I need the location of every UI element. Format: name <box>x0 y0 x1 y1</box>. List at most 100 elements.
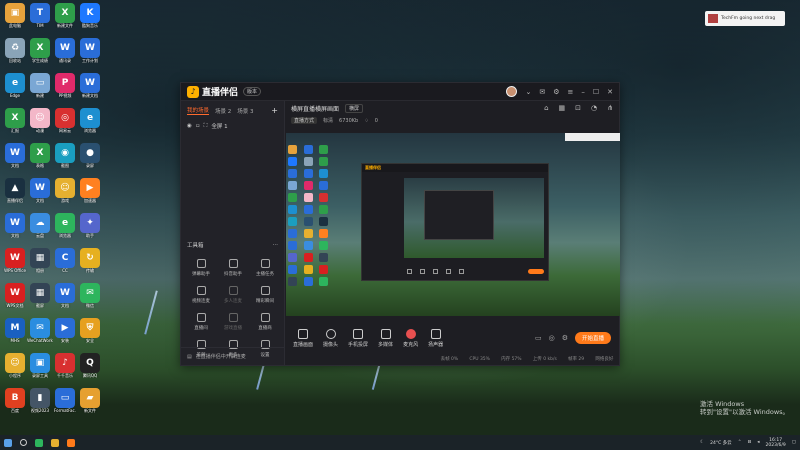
tab-scene-1[interactable]: 我的场景 <box>187 106 210 115</box>
menu-icon[interactable]: ≡ <box>567 88 573 96</box>
tool-item[interactable]: 主播任务 <box>249 259 281 277</box>
desktop-icon[interactable]: X 学生成绩 <box>27 38 53 63</box>
resolution-label[interactable]: 标清 <box>323 117 333 124</box>
desktop-icon[interactable]: ▶ 加速器 <box>77 178 103 203</box>
minimize-icon[interactable]: – <box>581 88 585 96</box>
desktop-icon[interactable]: ✉ WeChatWork <box>27 318 53 343</box>
desktop-icon[interactable]: ▲ 直播伴侣 <box>2 178 28 203</box>
tool-item[interactable]: 精彩瞬间 <box>249 286 281 304</box>
search-icon[interactable] <box>20 439 27 446</box>
desktop-icon[interactable]: ☺ 游戏 <box>52 178 78 203</box>
desktop-icon[interactable]: ▣ 录屏工具 <box>27 353 53 378</box>
desktop-icon[interactable]: W WPS文档 <box>2 283 28 308</box>
desktop-icon[interactable]: ▰ 新文件 <box>77 388 103 413</box>
bell-icon[interactable]: ◔ <box>591 104 597 112</box>
start-live-button[interactable]: 开始直播 <box>574 332 611 344</box>
tab-scene-3[interactable]: 场景 3 <box>237 107 253 115</box>
clock[interactable]: 16:17 2023/6/9 <box>766 438 786 448</box>
desktop-icon[interactable]: ✉ 微信 <box>77 283 103 308</box>
phone-cast-button[interactable]: 手机投屏 <box>348 328 368 348</box>
desktop-icon[interactable]: W 文档 <box>2 143 28 168</box>
notification-toast[interactable]: TechFm going next drag <box>705 11 785 26</box>
desktop-icon[interactable]: W 通讯录 <box>52 38 78 63</box>
chevron-down-icon[interactable]: ⌄ <box>525 88 531 96</box>
scene-source-item[interactable]: ◉ ▫ ⛶ 全屏 1 <box>181 120 284 132</box>
eye-icon[interactable]: ◉ <box>187 123 192 129</box>
desktop-icon[interactable]: W 文档 <box>2 213 28 238</box>
tool-item[interactable]: 视频连麦 <box>185 286 217 304</box>
desktop-icon[interactable]: X 表格 <box>27 143 53 168</box>
volume-icon[interactable]: ◂ <box>757 440 759 445</box>
speaker-button[interactable]: 扬声器 <box>428 328 443 348</box>
layout-icon[interactable]: ▦ <box>559 104 566 112</box>
tool-item[interactable]: 多人连麦 <box>217 286 249 304</box>
desktop-icon[interactable]: e 浏览器 <box>52 213 78 238</box>
desktop-icon[interactable]: ✦ 助手 <box>77 213 103 238</box>
tab-scene-2[interactable]: 场景 2 <box>215 107 231 115</box>
desktop-icon[interactable]: Q 腾讯QQ <box>77 353 103 378</box>
notification-icon[interactable]: ▢ <box>792 440 796 445</box>
desktop-icon[interactable]: X 汇报 <box>2 108 28 133</box>
version-badge[interactable]: 版本 <box>243 87 262 96</box>
toolbox-more-button[interactable]: … <box>273 241 279 249</box>
desktop-icon[interactable]: ● 录屏 <box>77 143 103 168</box>
share-icon[interactable]: ⋔ <box>607 104 613 112</box>
desktop-icon[interactable]: T TIM <box>27 3 53 28</box>
desktop-icon[interactable]: W WPS Office <box>2 248 28 273</box>
desktop-icon[interactable]: ▭ 新建 <box>27 73 53 98</box>
chevron-up-icon[interactable]: ⌃ <box>738 440 742 445</box>
desktop-icon[interactable]: ⛨ 安全 <box>77 318 103 343</box>
desktop-icon[interactable]: ☺ 小程序 <box>2 353 28 378</box>
network-icon[interactable]: ⊟ <box>747 440 751 445</box>
left-footer[interactable]: ▤ 在直播伴侣中开启连麦 <box>181 347 284 365</box>
eye-icon[interactable]: ◎ <box>549 334 555 342</box>
desktop-icon[interactable]: ☁ 云盘 <box>27 213 53 238</box>
desktop-icon[interactable]: ▮ 视频2023 <box>27 388 53 413</box>
media-button[interactable]: 多媒体 <box>378 328 393 348</box>
desktop-icon[interactable]: ♻ 回收站 <box>2 38 28 63</box>
lock-icon[interactable]: ⊡ <box>575 104 581 112</box>
desktop-icon[interactable]: W 新建文档 <box>77 73 103 98</box>
record-icon[interactable]: ▭ <box>535 334 542 342</box>
tool-item[interactable]: 直播间 <box>185 313 217 331</box>
tab-chip[interactable]: 横屏 <box>345 103 364 113</box>
tab-landscape[interactable]: 横屏直播横屏画面 <box>291 104 339 113</box>
add-scene-button[interactable]: + <box>271 106 278 115</box>
gear-icon[interactable]: ⚙ <box>562 334 568 342</box>
desktop-icon[interactable]: ♪ 千千音乐 <box>52 353 78 378</box>
desktop-icon[interactable]: ▶ 安装 <box>52 318 78 343</box>
maximize-icon[interactable]: ☐ <box>593 88 599 96</box>
tool-item[interactable]: 弹幕助手 <box>185 259 217 277</box>
desktop-icon[interactable]: W 工作计划 <box>77 38 103 63</box>
weather-text[interactable]: 24°C 多云 <box>710 440 732 446</box>
start-icon[interactable] <box>4 438 12 447</box>
tool-item[interactable]: 抖音助手 <box>217 259 249 277</box>
desktop-icon[interactable]: X 新建文件 <box>52 3 78 28</box>
tool-item[interactable]: 直播商 <box>249 313 281 331</box>
desktop-icon[interactable]: W 文档 <box>27 178 53 203</box>
desktop-icon[interactable]: ☺ 动漫 <box>27 108 53 133</box>
avatar[interactable] <box>506 86 518 97</box>
desktop-icon[interactable]: ▦ 截屏 <box>27 283 53 308</box>
desktop-icon[interactable]: K 酷狗音乐 <box>77 3 103 28</box>
desktop-icon[interactable]: e 浏览器 <box>77 108 103 133</box>
camera-button[interactable]: 摄像头 <box>323 328 338 348</box>
live-companion-taskbar-icon[interactable] <box>67 438 75 447</box>
gift-icon[interactable]: ⌂ <box>544 104 548 112</box>
desktop-icon[interactable]: M MHS <box>2 318 28 343</box>
desktop-icon[interactable]: P PP视频 <box>52 73 78 98</box>
message-icon[interactable]: ✉ <box>539 88 545 96</box>
desktop-icon[interactable]: e Edge <box>2 73 28 98</box>
desktop-icon[interactable]: C CC <box>52 248 78 273</box>
desktop-icon[interactable]: ▦ 相册 <box>27 248 53 273</box>
stream-mode-chip[interactable]: 直播方式 <box>291 117 318 124</box>
desktop-icon[interactable]: W 文档 <box>52 283 78 308</box>
lock-icon[interactable]: ▫ <box>196 123 200 129</box>
browser-taskbar-icon[interactable] <box>35 438 43 447</box>
desktop-icon[interactable]: ↻ 传输 <box>77 248 103 273</box>
desktop-icon[interactable]: ◎ 网易云 <box>52 108 78 133</box>
desktop-icon[interactable]: ◉ 截图 <box>52 143 78 168</box>
tool-item[interactable]: 游戏直播 <box>217 313 249 331</box>
close-icon[interactable]: ✕ <box>607 88 613 96</box>
live-preview[interactable]: 直播伴侣 <box>286 133 620 316</box>
